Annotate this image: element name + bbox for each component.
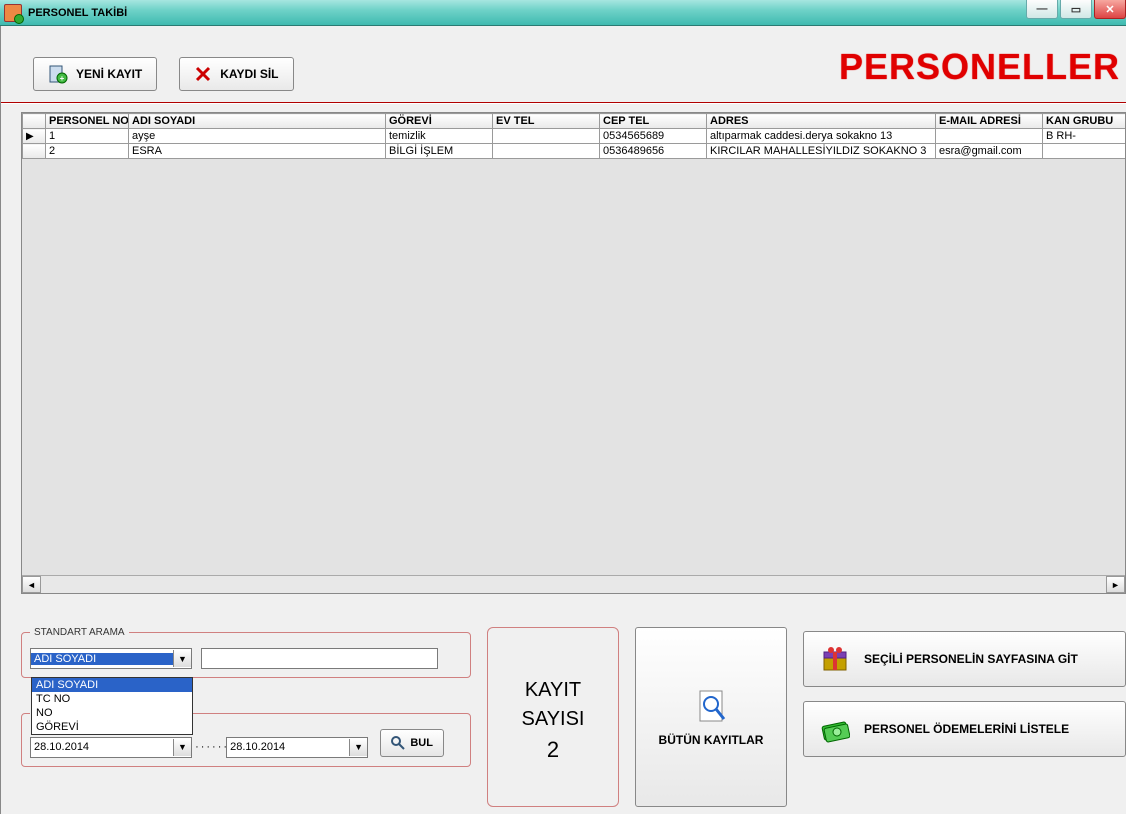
minimize-button[interactable]: — — [1026, 0, 1058, 19]
count-value: 2 — [547, 737, 559, 763]
date-range-separator: ······ — [195, 741, 223, 753]
table-row[interactable]: 2ESRABİLGİ İŞLEM0536489656KIRCILAR MAHAL… — [23, 144, 1126, 159]
goto-person-button[interactable]: SEÇİLİ PERSONELİN SAYFASINA GİT — [803, 631, 1126, 687]
data-grid[interactable]: PERSONEL NOADI SOYADIGÖREVİEV TELCEP TEL… — [21, 112, 1126, 594]
find-label: BUL — [410, 737, 433, 749]
horizontal-scrollbar[interactable]: ◄ ► — [22, 575, 1125, 593]
column-header[interactable]: ADRES — [707, 114, 936, 129]
dropdown-option[interactable]: TC NO — [32, 692, 192, 706]
maximize-button[interactable]: ▭ — [1060, 0, 1092, 19]
search-icon — [391, 736, 405, 750]
list-payments-label: PERSONEL ÖDEMELERİNİ LİSTELE — [864, 722, 1069, 736]
new-record-icon: + — [48, 64, 68, 84]
search-document-icon — [694, 687, 728, 727]
search-field-combo[interactable]: ADI SOYADI ▼ — [30, 648, 192, 669]
delete-record-button[interactable]: KAYDI SİL — [179, 57, 293, 91]
chevron-down-icon[interactable]: ▼ — [173, 739, 191, 756]
date-from-input[interactable]: 28.10.2014 ▼ — [30, 737, 192, 758]
scroll-left-button[interactable]: ◄ — [22, 576, 41, 593]
new-record-button[interactable]: + YENİ KAYIT — [33, 57, 157, 91]
gift-icon — [820, 644, 850, 674]
date-to-input[interactable]: 28.10.2014 ▼ — [226, 737, 368, 758]
new-record-label: YENİ KAYIT — [76, 67, 142, 81]
standard-search-group: STANDART ARAMA ADI SOYADI ▼ ADI SOYADITC… — [21, 627, 471, 678]
column-header[interactable]: GÖREVİ — [386, 114, 493, 129]
column-header[interactable]: PERSONEL NO — [46, 114, 129, 129]
delete-record-label: KAYDI SİL — [220, 67, 278, 81]
column-header[interactable]: CEP TEL — [600, 114, 707, 129]
record-count-box: KAYIT SAYISI 2 — [487, 627, 619, 807]
dropdown-option[interactable]: GÖREVİ — [32, 720, 192, 734]
count-title-2: SAYISI — [522, 708, 585, 731]
delete-icon — [194, 65, 212, 83]
dropdown-option[interactable]: NO — [32, 706, 192, 720]
date-to-value: 28.10.2014 — [227, 741, 349, 753]
window-titlebar: PERSONEL TAKİBİ — ▭ ✕ — [0, 0, 1126, 26]
column-header[interactable]: KAN GRUBU — [1043, 114, 1126, 129]
svg-text:+: + — [60, 74, 65, 83]
app-icon — [4, 4, 22, 22]
standard-search-title: STANDART ARAMA — [30, 627, 129, 638]
chevron-down-icon[interactable]: ▼ — [349, 739, 367, 756]
search-field-selected: ADI SOYADI — [31, 653, 173, 665]
search-text-input[interactable] — [201, 648, 438, 669]
table-row[interactable]: ▶1ayşetemizlik0534565689altıparmak cadde… — [23, 129, 1126, 144]
column-header[interactable]: EV TEL — [493, 114, 600, 129]
column-header[interactable]: E-MAIL ADRESİ — [936, 114, 1043, 129]
divider — [1, 103, 1126, 104]
all-records-button[interactable]: BÜTÜN KAYITLAR — [635, 627, 787, 807]
goto-person-label: SEÇİLİ PERSONELİN SAYFASINA GİT — [864, 652, 1078, 666]
page-title: PERSONELLER — [839, 46, 1120, 88]
scroll-track[interactable] — [41, 577, 1106, 592]
all-records-label: BÜTÜN KAYITLAR — [659, 733, 764, 747]
date-from-value: 28.10.2014 — [31, 741, 173, 753]
window-title: PERSONEL TAKİBİ — [28, 7, 127, 19]
scroll-right-button[interactable]: ► — [1106, 576, 1125, 593]
client-area: + YENİ KAYIT KAYDI SİL PERSONELLER PERSO… — [0, 26, 1126, 814]
list-payments-button[interactable]: PERSONEL ÖDEMELERİNİ LİSTELE — [803, 701, 1126, 757]
search-field-dropdown[interactable]: ADI SOYADITC NONOGÖREVİ — [31, 677, 193, 735]
money-icon — [820, 714, 850, 744]
count-title-1: KAYIT — [525, 679, 581, 702]
chevron-down-icon[interactable]: ▼ — [173, 650, 191, 667]
column-header[interactable]: ADI SOYADI — [129, 114, 386, 129]
close-button[interactable]: ✕ — [1094, 0, 1126, 19]
find-button[interactable]: BUL — [380, 729, 444, 757]
dropdown-option[interactable]: ADI SOYADI — [32, 678, 192, 692]
